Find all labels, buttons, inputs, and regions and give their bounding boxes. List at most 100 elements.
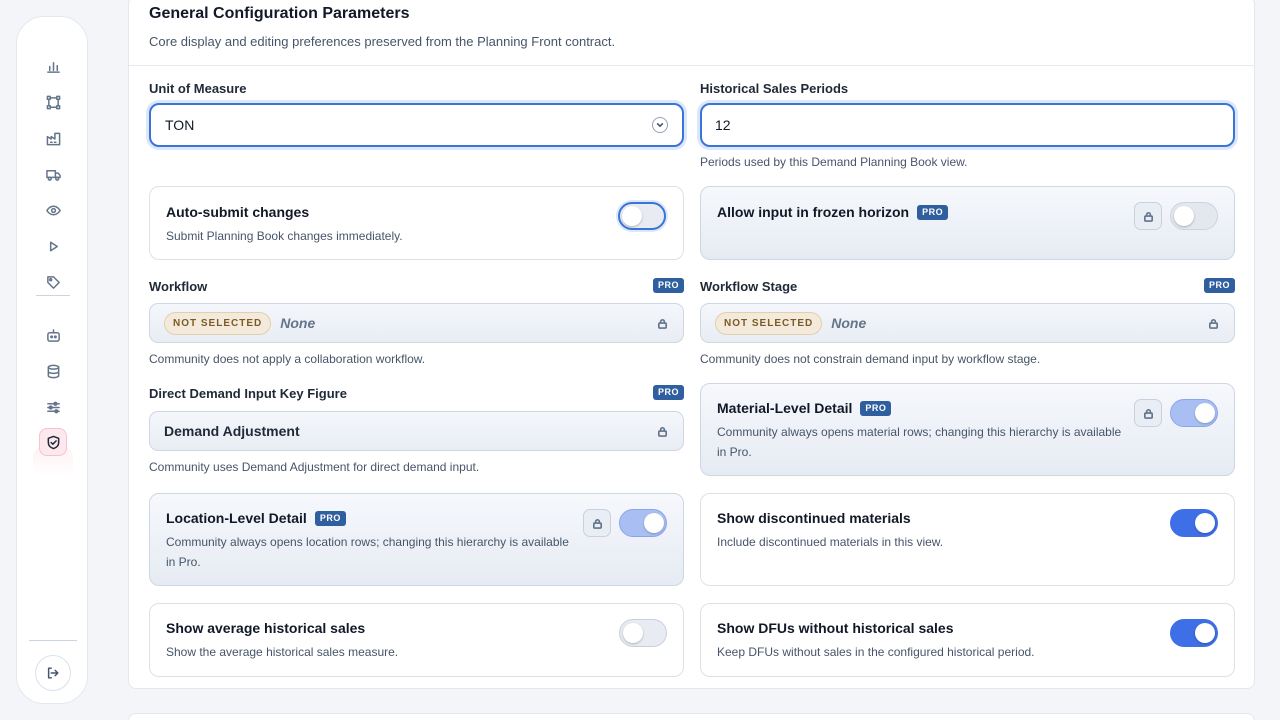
eye-icon [45,205,61,215]
avg-sales-description: Show the average historical sales measur… [166,645,399,659]
toggle-knob [1195,623,1215,643]
sidebar-item-network[interactable] [39,88,67,116]
historical-periods-input[interactable] [700,103,1235,147]
lock-icon [655,424,669,438]
lock-icon [1143,211,1153,222]
section-title: General Configuration Parameters [149,5,410,22]
play-icon [49,241,58,251]
toggle-knob [623,623,643,643]
workflow-stage-helper: Community does not constrain demand inpu… [700,352,1041,366]
uom-select[interactable]: TON [149,103,684,147]
material-level-title: Material-Level Detail PRO [717,400,892,416]
database-icon [47,364,59,378]
location-level-title: Location-Level Detail PRO [166,510,346,526]
chevron-down-icon [652,117,668,133]
workflow-pro-badge: PRO [653,278,685,293]
direct-demand-pro-badge: PRO [653,385,685,400]
location-level-description: Community always opens location rows; ch… [166,535,569,569]
discontinued-toggle[interactable] [1170,509,1218,537]
toggle-knob [1174,206,1194,226]
location-level-toggle[interactable] [619,509,667,537]
direct-demand-helper: Community uses Demand Adjustment for dir… [149,460,480,474]
sidebar-item-production[interactable] [39,124,67,152]
direct-demand-field[interactable]: Demand Adjustment [149,411,684,451]
lock-icon [655,316,669,330]
location-level-tile: Location-Level Detail PRO Community alwa… [149,493,684,586]
toggle-knob [644,513,664,533]
bar-chart-icon [46,61,60,73]
dfus-without-sales-tile: Show DFUs without historical sales Keep … [700,603,1235,677]
truck-icon [45,169,61,181]
sidebar [16,16,88,704]
discontinued-title: Show discontinued materials [717,510,911,526]
dfus-without-sales-toggle[interactable] [1170,619,1218,647]
workflow-stage-status-badge: NOT SELECTED [715,311,823,335]
pro-badge: PRO [917,204,949,220]
discontinued-description: Include discontinued materials in this v… [717,535,944,549]
workflow-stage-value: None [831,315,867,331]
material-level-lock-button[interactable] [1134,399,1162,427]
next-section-card [128,713,1255,720]
toggle-knob [1195,513,1215,533]
avg-sales-title: Show average historical sales [166,620,366,636]
network-nodes-icon [46,95,60,109]
frozen-horizon-tile: Allow input in frozen horizon PRO [700,186,1235,260]
workflow-value: None [280,315,316,331]
toggle-knob [622,206,642,226]
historical-periods-helper: Periods used by this Demand Planning Boo… [700,155,968,169]
dfus-without-sales-description: Keep DFUs without sales in the configure… [717,645,1035,659]
material-level-tile: Material-Level Detail PRO Community alwa… [700,383,1235,476]
tag-icon [46,275,60,289]
workflow-stage-label: Workflow Stage [700,279,798,294]
robot-icon [46,328,60,342]
frozen-horizon-lock-button[interactable] [1134,202,1162,230]
direct-demand-label: Direct Demand Input Key Figure [149,386,347,401]
workflow-helper: Community does not apply a collaboration… [149,352,426,366]
sidebar-item-analytics[interactable] [39,52,67,80]
direct-demand-value: Demand Adjustment [164,423,300,439]
sidebar-item-logistics[interactable] [39,160,67,188]
sidebar-item-assistant[interactable] [39,321,67,349]
lock-icon [1143,408,1153,419]
uom-label: Unit of Measure [149,81,247,96]
avg-sales-tile: Show average historical sales Show the a… [149,603,684,677]
general-config-card: General Configuration Parameters Core di… [128,0,1255,689]
workflow-stage-pro-badge: PRO [1204,278,1236,293]
workflow-status-badge: NOT SELECTED [164,311,272,335]
sidebar-item-run[interactable] [39,232,67,260]
sidebar-item-admin[interactable] [39,428,67,456]
lock-icon [592,518,602,529]
factory-icon [46,132,60,145]
frozen-horizon-title: Allow input in frozen horizon PRO [717,204,949,220]
frozen-horizon-toggle[interactable] [1170,202,1218,230]
sidebar-bottom-divider [29,640,77,641]
workflow-label: Workflow [149,279,208,294]
sidebar-divider [36,295,70,296]
workflow-stage-field[interactable]: NOT SELECTED None [700,303,1235,343]
auto-submit-toggle[interactable] [618,202,666,230]
uom-value: TON [165,117,195,133]
lock-icon [1206,316,1220,330]
material-level-toggle[interactable] [1170,399,1218,427]
logout-icon [47,667,59,679]
historical-periods-label: Historical Sales Periods [700,81,849,96]
sidebar-item-data[interactable] [39,357,67,385]
toggle-knob [1195,403,1215,423]
material-level-description: Community always opens material rows; ch… [717,425,1122,459]
section-subtitle: Core display and editing preferences pre… [149,34,616,49]
workflow-field[interactable]: NOT SELECTED None [149,303,684,343]
dfus-without-sales-title: Show DFUs without historical sales [717,620,954,636]
discontinued-tile: Show discontinued materials Include disc… [700,493,1235,586]
sidebar-item-monitor[interactable] [39,196,67,224]
avg-sales-toggle[interactable] [619,619,667,647]
logout-button[interactable] [35,655,71,691]
auto-submit-title: Auto-submit changes [166,204,310,220]
auto-submit-tile: Auto-submit changes Submit Planning Book… [149,186,684,260]
sidebar-item-pricing[interactable] [39,268,67,296]
shield-check-icon [47,435,59,449]
pro-badge: PRO [314,510,346,526]
section-divider [129,65,1254,66]
pro-badge: PRO [860,400,892,416]
location-level-lock-button[interactable] [583,509,611,537]
sidebar-item-settings[interactable] [39,393,67,421]
